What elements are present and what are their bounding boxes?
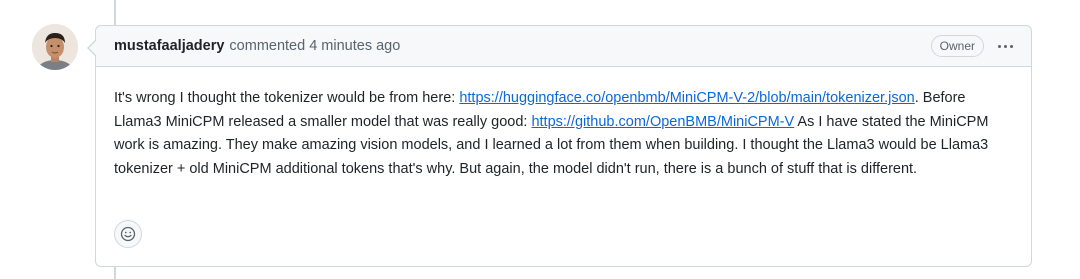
- add-reaction-button[interactable]: [114, 220, 142, 248]
- comment-header: mustafaaljadery commented 4 minutes ago …: [96, 26, 1031, 67]
- owner-badge: Owner: [930, 35, 984, 57]
- kebab-horizontal-icon[interactable]: [996, 41, 1015, 52]
- comment-timestamp[interactable]: commented 4 minutes ago: [229, 38, 400, 54]
- comment-text-part-1: It's wrong I thought the tokenizer would…: [114, 90, 460, 106]
- tokenizer-link[interactable]: https://huggingface.co/openbmb/MiniCPM-V…: [459, 90, 914, 106]
- avatar[interactable]: [32, 24, 78, 70]
- comment-caret-fill: [89, 41, 96, 55]
- comment-header-actions: Owner: [930, 35, 1015, 57]
- comment-author[interactable]: mustafaaljadery: [114, 38, 224, 54]
- comment-box: mustafaaljadery commented 4 minutes ago …: [87, 25, 1032, 267]
- comment-body: It's wrong I thought the tokenizer would…: [96, 67, 1031, 181]
- minicpm-github-link[interactable]: https://github.com/OpenBMB/MiniCPM-V: [531, 114, 794, 130]
- smiley-icon: [120, 226, 136, 242]
